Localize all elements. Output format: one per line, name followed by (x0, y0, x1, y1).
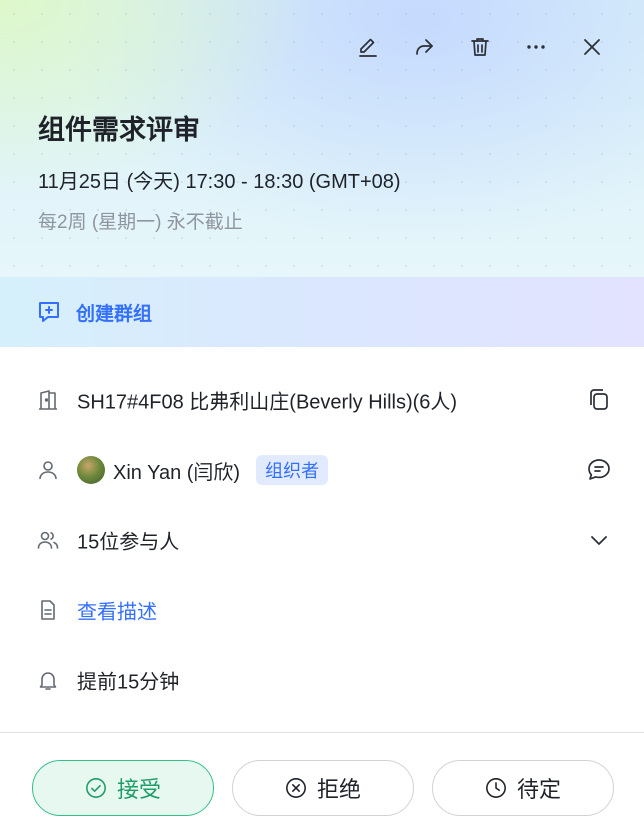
close-button[interactable] (564, 30, 620, 64)
copy-icon[interactable] (586, 387, 612, 413)
edit-icon (359, 38, 377, 57)
footer-divider (0, 732, 644, 733)
room-icon (39, 390, 57, 410)
reminder-text: 提前15分钟 (77, 671, 180, 694)
accept-label: 接受 (116, 777, 161, 802)
delete-button[interactable] (452, 30, 508, 64)
delete-icon (471, 38, 489, 56)
event-title: 组件需求评审 (38, 115, 200, 145)
check-circle-icon (86, 778, 106, 798)
decline-label: 拒绝 (316, 777, 361, 802)
share-button[interactable] (396, 30, 452, 64)
decline-button[interactable]: 拒绝 (232, 760, 414, 816)
person-icon (39, 461, 57, 480)
organizer-name[interactable]: Xin Yan (闫欣) (113, 456, 240, 485)
location-text: SH17#4F08 比弗利山庄(Beverly Hills)(6人) (77, 391, 458, 414)
reminder-row: 提前15分钟 (0, 645, 644, 715)
document-icon (41, 600, 55, 620)
more-icon (527, 45, 545, 49)
description-row: 查看描述 (0, 575, 644, 645)
tentative-button[interactable]: 待定 (432, 760, 614, 816)
organizer-row: Xin Yan (闫欣) 组织者 (0, 435, 644, 505)
view-description-link[interactable]: 查看描述 (77, 596, 157, 625)
location-row: SH17#4F08 比弗利山庄(Beverly Hills)(6人) (0, 365, 644, 435)
rsvp-actions: 接受 拒绝 待定 (32, 760, 614, 816)
edit-button[interactable] (340, 30, 396, 64)
event-detail-card: 组件需求评审 11月25日 (今天) 17:30 - 18:30 (GMT+08… (0, 0, 644, 829)
create-group-button[interactable]: 创建群组 (0, 277, 644, 347)
attendees-row[interactable]: 15位参与人 (0, 505, 644, 575)
organizer-badge: 组织者 (256, 455, 329, 485)
event-time: 11月25日 (今天) 17:30 - 18:30 (GMT+08) (38, 171, 401, 193)
x-circle-icon (286, 778, 306, 798)
close-icon (584, 39, 600, 55)
create-group-label: 创建群组 (76, 303, 153, 325)
event-recurrence: 每2周 (星期一) 永不截止 (38, 212, 243, 233)
group-chat-add-icon (39, 302, 59, 322)
tentative-label: 待定 (516, 777, 561, 802)
organizer-avatar[interactable] (77, 456, 105, 484)
bell-icon (39, 672, 57, 690)
event-details-list: SH17#4F08 比弗利山庄(Beverly Hills)(6人) Xin Y… (0, 365, 644, 715)
chat-icon[interactable] (586, 457, 612, 483)
share-icon (416, 39, 433, 55)
chevron-down-icon[interactable] (586, 527, 612, 553)
clock-icon (486, 778, 506, 798)
people-icon (37, 531, 59, 549)
more-button[interactable] (508, 30, 564, 64)
event-toolbar (340, 30, 620, 64)
accept-button[interactable]: 接受 (32, 760, 214, 816)
attendees-text: 15位参与人 (77, 531, 180, 554)
